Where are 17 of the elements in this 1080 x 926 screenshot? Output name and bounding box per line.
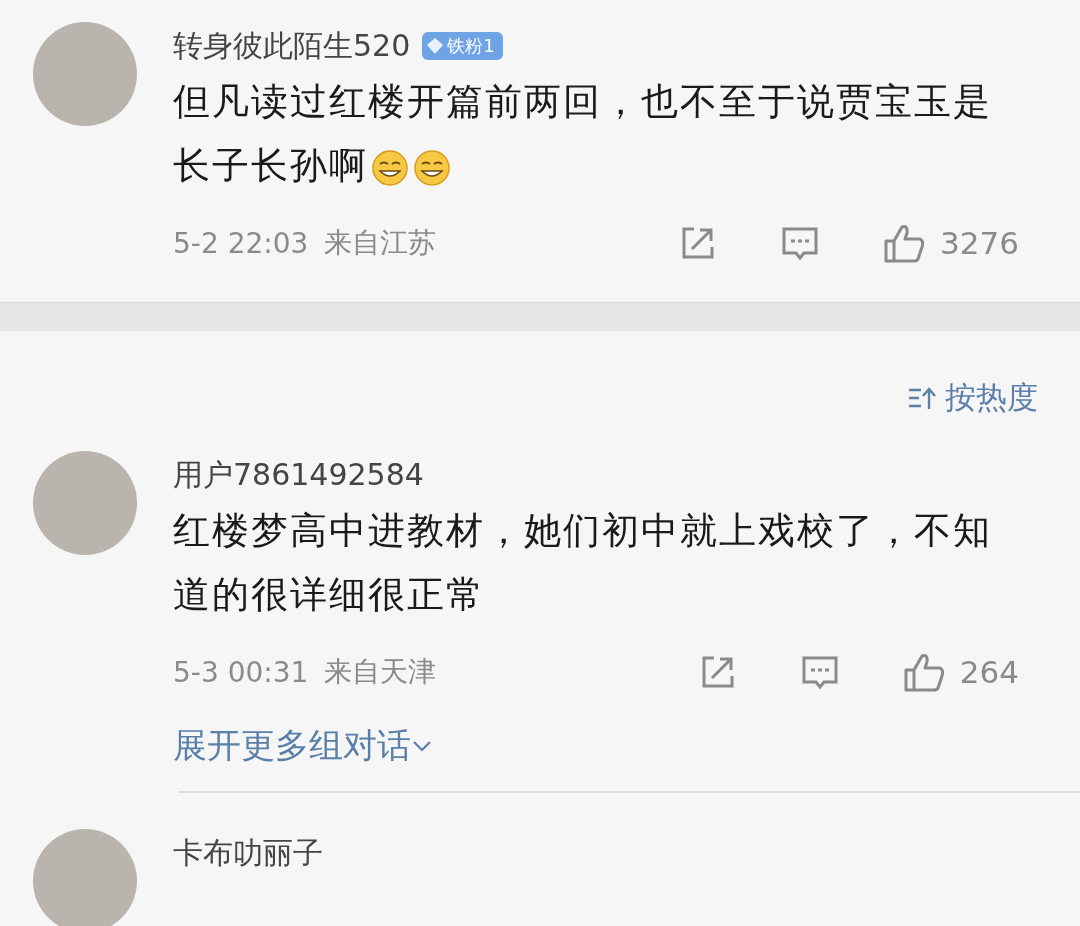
username[interactable]: 卡布叻丽子 (173, 832, 323, 874)
comment-text: 但凡读过红楼开篇前两回，也不至于说贾宝玉是 (173, 79, 992, 125)
username[interactable]: 转身彼此陌生520 (173, 25, 411, 67)
like-count: 3276 (940, 225, 1019, 261)
sort-icon (907, 385, 937, 411)
comment-location: 来自天津 (324, 654, 437, 690)
comment-time: 5-2 22:03 (173, 226, 309, 260)
username[interactable]: 用户7861492584 (173, 454, 424, 496)
comment-text: 道的很详细很正常 (173, 572, 485, 618)
badge-label: 铁粉1 (447, 34, 495, 58)
comment-text: 长子长孙啊 (173, 143, 368, 189)
comment-time: 5-3 00:31 (173, 655, 309, 689)
like-count: 264 (959, 654, 1019, 690)
sort-button[interactable]: 按热度 (907, 377, 1038, 419)
diamond-icon (426, 37, 445, 55)
comment-text: 红楼梦高中进教材，她们初中就上戏校了，不知 (173, 508, 992, 554)
comment-location: 来自江苏 (324, 225, 437, 261)
